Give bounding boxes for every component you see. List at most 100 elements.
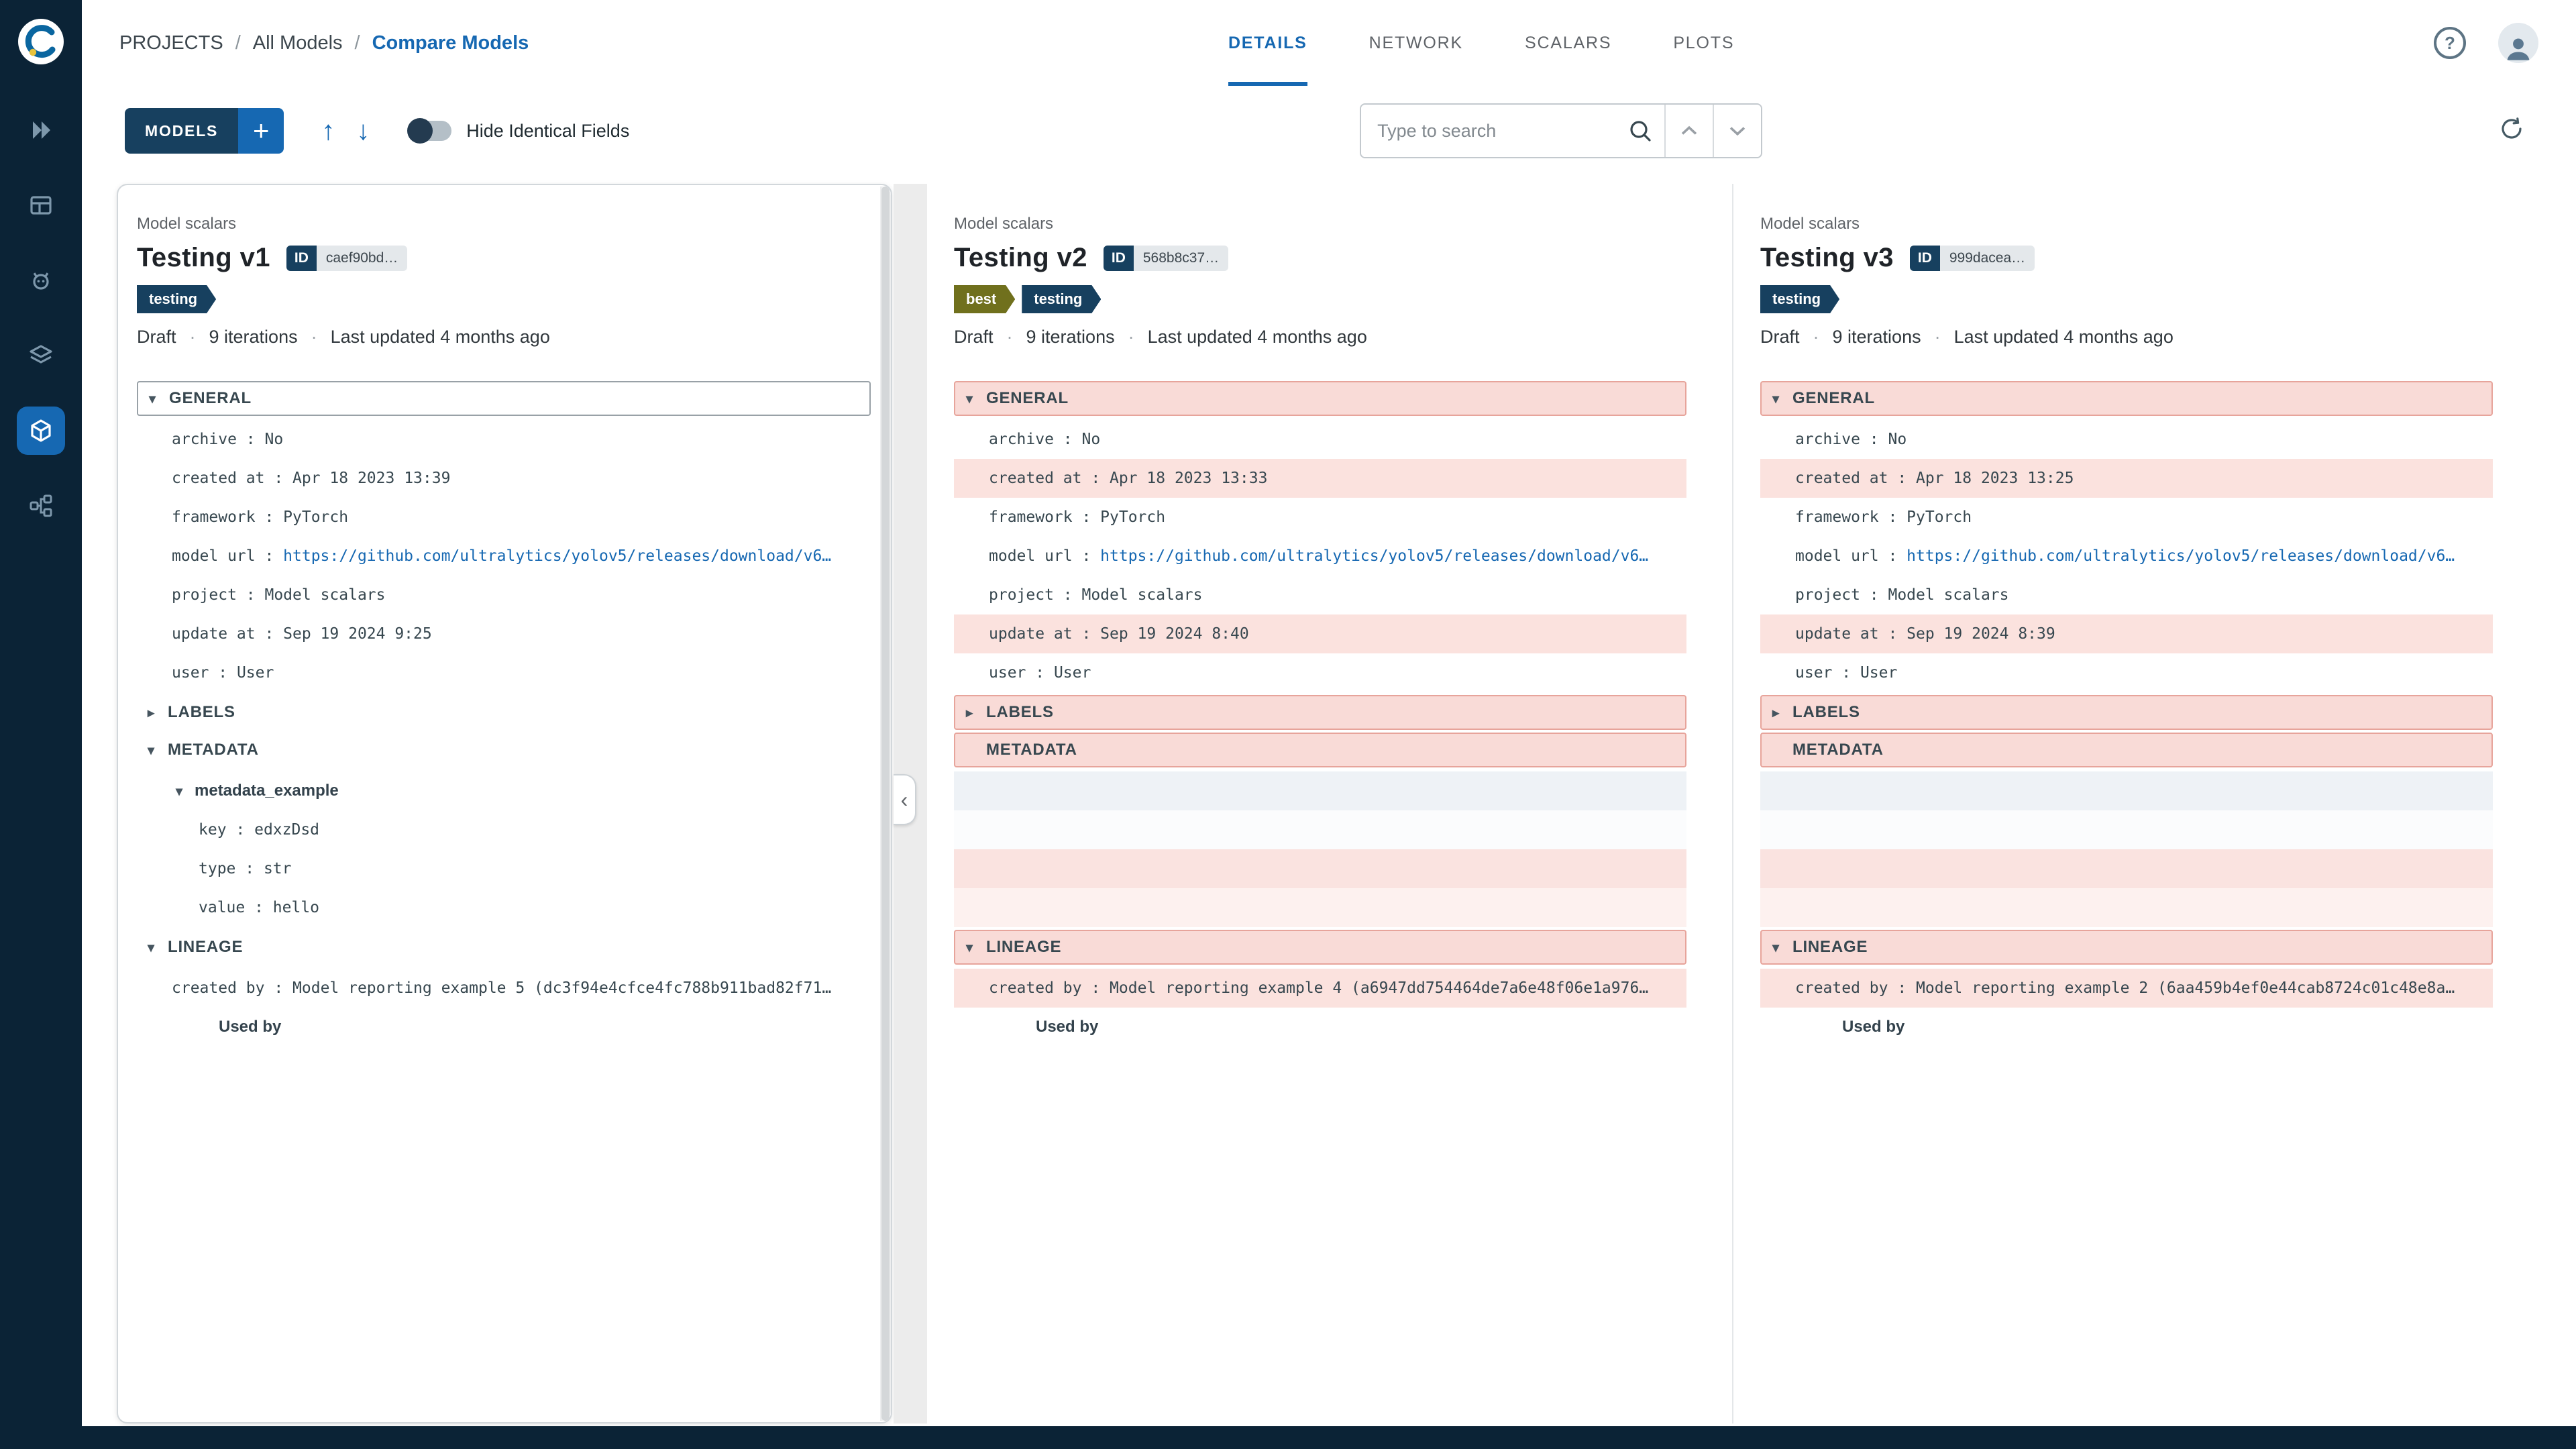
section-labels[interactable]: ▸ LABELS	[1760, 695, 2493, 730]
model-url-link[interactable]: https://github.com/ultralytics/yolov5/re…	[283, 547, 831, 565]
comet-logo[interactable]	[14, 15, 68, 68]
model-updated: Last updated 4 months ago	[330, 327, 550, 347]
field-key: value	[199, 899, 273, 916]
refresh-button[interactable]	[2493, 110, 2530, 152]
field-key: created at	[172, 470, 292, 487]
cube-icon	[31, 419, 51, 442]
field-archive: archiveNo	[1760, 420, 2493, 459]
models-button-group: MODELS +	[125, 108, 284, 154]
section-label: METADATA	[986, 741, 1077, 759]
field-framework: frameworkPyTorch	[954, 498, 1686, 537]
tag-testing: testing	[137, 285, 216, 313]
model-iterations: 9 iterations	[209, 327, 298, 347]
field-user: userUser	[954, 653, 1686, 692]
separator-dot: ·	[1006, 327, 1013, 347]
field-created-by: created byModel reporting example 5 (dc3…	[137, 969, 871, 1008]
sidebar-item-debugger[interactable]	[17, 256, 65, 305]
field-model-url: model urlhttps://github.com/ultralytics/…	[1760, 537, 2493, 576]
field-value: Model scalars	[1888, 586, 2009, 604]
tab-details[interactable]: DETAILS	[1228, 0, 1307, 86]
model-id-badge[interactable]: ID 999dacea…	[1909, 245, 2035, 271]
field-key: project	[172, 586, 264, 604]
model-url-link[interactable]: https://github.com/ultralytics/yolov5/re…	[1907, 547, 2455, 565]
chevron-right-icon: ▸	[966, 705, 973, 720]
model-title-row: Testing v3 ID 999dacea…	[1760, 243, 2493, 273]
compare-content: Model scalars Testing v1 ID caef90bd… te…	[82, 184, 2576, 1449]
sidebar-item-model-registry[interactable]	[17, 407, 65, 455]
field-value: Model reporting example 5 (dc3f94e4cfce4…	[292, 979, 832, 997]
field-key: created at	[989, 470, 1110, 487]
tab-plots[interactable]: PLOTS	[1673, 0, 1734, 86]
general-rows: archiveNo created atApr 18 2023 13:39 fr…	[137, 420, 871, 692]
empty-diff-row	[954, 810, 1686, 849]
sidebar-item-artifacts[interactable]	[17, 331, 65, 380]
section-general[interactable]: ▾ GENERAL	[137, 381, 871, 416]
help-icon: ?	[2445, 32, 2455, 53]
separator-dot: ·	[189, 327, 196, 347]
section-label: LABELS	[986, 703, 1054, 721]
search-input[interactable]	[1361, 105, 1617, 157]
section-lineage[interactable]: ▾ LINEAGE	[1760, 930, 2493, 965]
section-metadata: METADATA	[1760, 733, 2493, 767]
move-up-button[interactable]: ↑	[321, 116, 335, 146]
model-id-badge[interactable]: ID 568b8c37…	[1103, 245, 1229, 271]
metadata-group-row[interactable]: ▾ metadata_example	[137, 771, 871, 810]
tab-network[interactable]: NETWORK	[1369, 0, 1463, 86]
section-label: GENERAL	[986, 389, 1069, 407]
chevron-down-icon: ▾	[149, 391, 156, 407]
general-rows: archiveNo created atApr 18 2023 13:33 fr…	[954, 420, 1686, 692]
prev-match-button[interactable]	[1664, 105, 1713, 157]
scrollbar-thumb[interactable]	[881, 186, 890, 1421]
chevron-down-icon: ▾	[1772, 391, 1780, 407]
chevron-left-icon: ‹	[900, 787, 908, 812]
model-id-badge[interactable]: ID caef90bd…	[286, 245, 408, 271]
search-button[interactable]	[1616, 105, 1665, 157]
hide-identical-label: Hide Identical Fields	[466, 120, 630, 141]
field-created-by: created byModel reporting example 2 (6aa…	[1760, 969, 2493, 1008]
model-url-link[interactable]: https://github.com/ultralytics/yolov5/re…	[1100, 547, 1648, 565]
breadcrumb-compare-models: Compare Models	[372, 32, 529, 54]
section-lineage[interactable]: ▾ LINEAGE	[137, 930, 871, 965]
section-general[interactable]: ▾ GENERAL	[1760, 381, 2493, 416]
add-model-button[interactable]: +	[238, 108, 284, 154]
column-gutter: ‹	[894, 184, 927, 1424]
sidebar-item-experiments[interactable]	[17, 106, 65, 154]
vertical-scrollbar[interactable]	[880, 186, 891, 1421]
user-avatar[interactable]	[2498, 23, 2538, 63]
field-value: User	[1053, 664, 1091, 682]
section-labels[interactable]: ▸ LABELS	[954, 695, 1686, 730]
id-badge-label: ID	[1909, 245, 1940, 271]
breadcrumb-all-models[interactable]: All Models	[253, 32, 343, 54]
hide-identical-toggle[interactable]	[407, 118, 452, 144]
help-button[interactable]: ?	[2433, 27, 2466, 59]
models-button[interactable]: MODELS	[125, 108, 239, 154]
model-status: Draft	[1760, 327, 1800, 347]
sidebar-nav	[17, 106, 65, 530]
model-title: Testing v2	[954, 243, 1087, 272]
field-created-at: created atApr 18 2023 13:25	[1760, 459, 2493, 498]
section-metadata[interactable]: ▾ METADATA	[137, 733, 871, 767]
used-by-label: Used by	[1036, 1018, 1099, 1036]
separator-dot: ·	[1128, 327, 1134, 347]
section-general[interactable]: ▾ GENERAL	[954, 381, 1686, 416]
collapse-column-handle[interactable]: ‹	[894, 774, 916, 825]
model-column-testing-v1: Model scalars Testing v1 ID caef90bd… te…	[117, 184, 892, 1424]
next-match-button[interactable]	[1713, 105, 1762, 157]
metadata-group-name: metadata_example	[195, 782, 339, 800]
comet-logo-icon	[18, 19, 64, 64]
field-created-at: created atApr 18 2023 13:33	[954, 459, 1686, 498]
section-lineage[interactable]: ▾ LINEAGE	[954, 930, 1686, 965]
model-iterations: 9 iterations	[1832, 327, 1921, 347]
section-labels[interactable]: ▸ LABELS	[137, 695, 871, 730]
field-created-at: created atApr 18 2023 13:39	[137, 459, 871, 498]
tab-scalars[interactable]: SCALARS	[1525, 0, 1611, 86]
empty-diff-row	[1760, 771, 2493, 810]
field-user: userUser	[1760, 653, 2493, 692]
model-title: Testing v3	[1760, 243, 1894, 272]
table-icon	[30, 196, 52, 215]
toggle-knob	[407, 118, 433, 144]
sidebar-item-pipelines[interactable]	[17, 482, 65, 530]
breadcrumb-projects[interactable]: PROJECTS	[119, 32, 223, 54]
sidebar-item-projects[interactable]	[17, 181, 65, 229]
move-down-button[interactable]: ↓	[356, 116, 370, 146]
